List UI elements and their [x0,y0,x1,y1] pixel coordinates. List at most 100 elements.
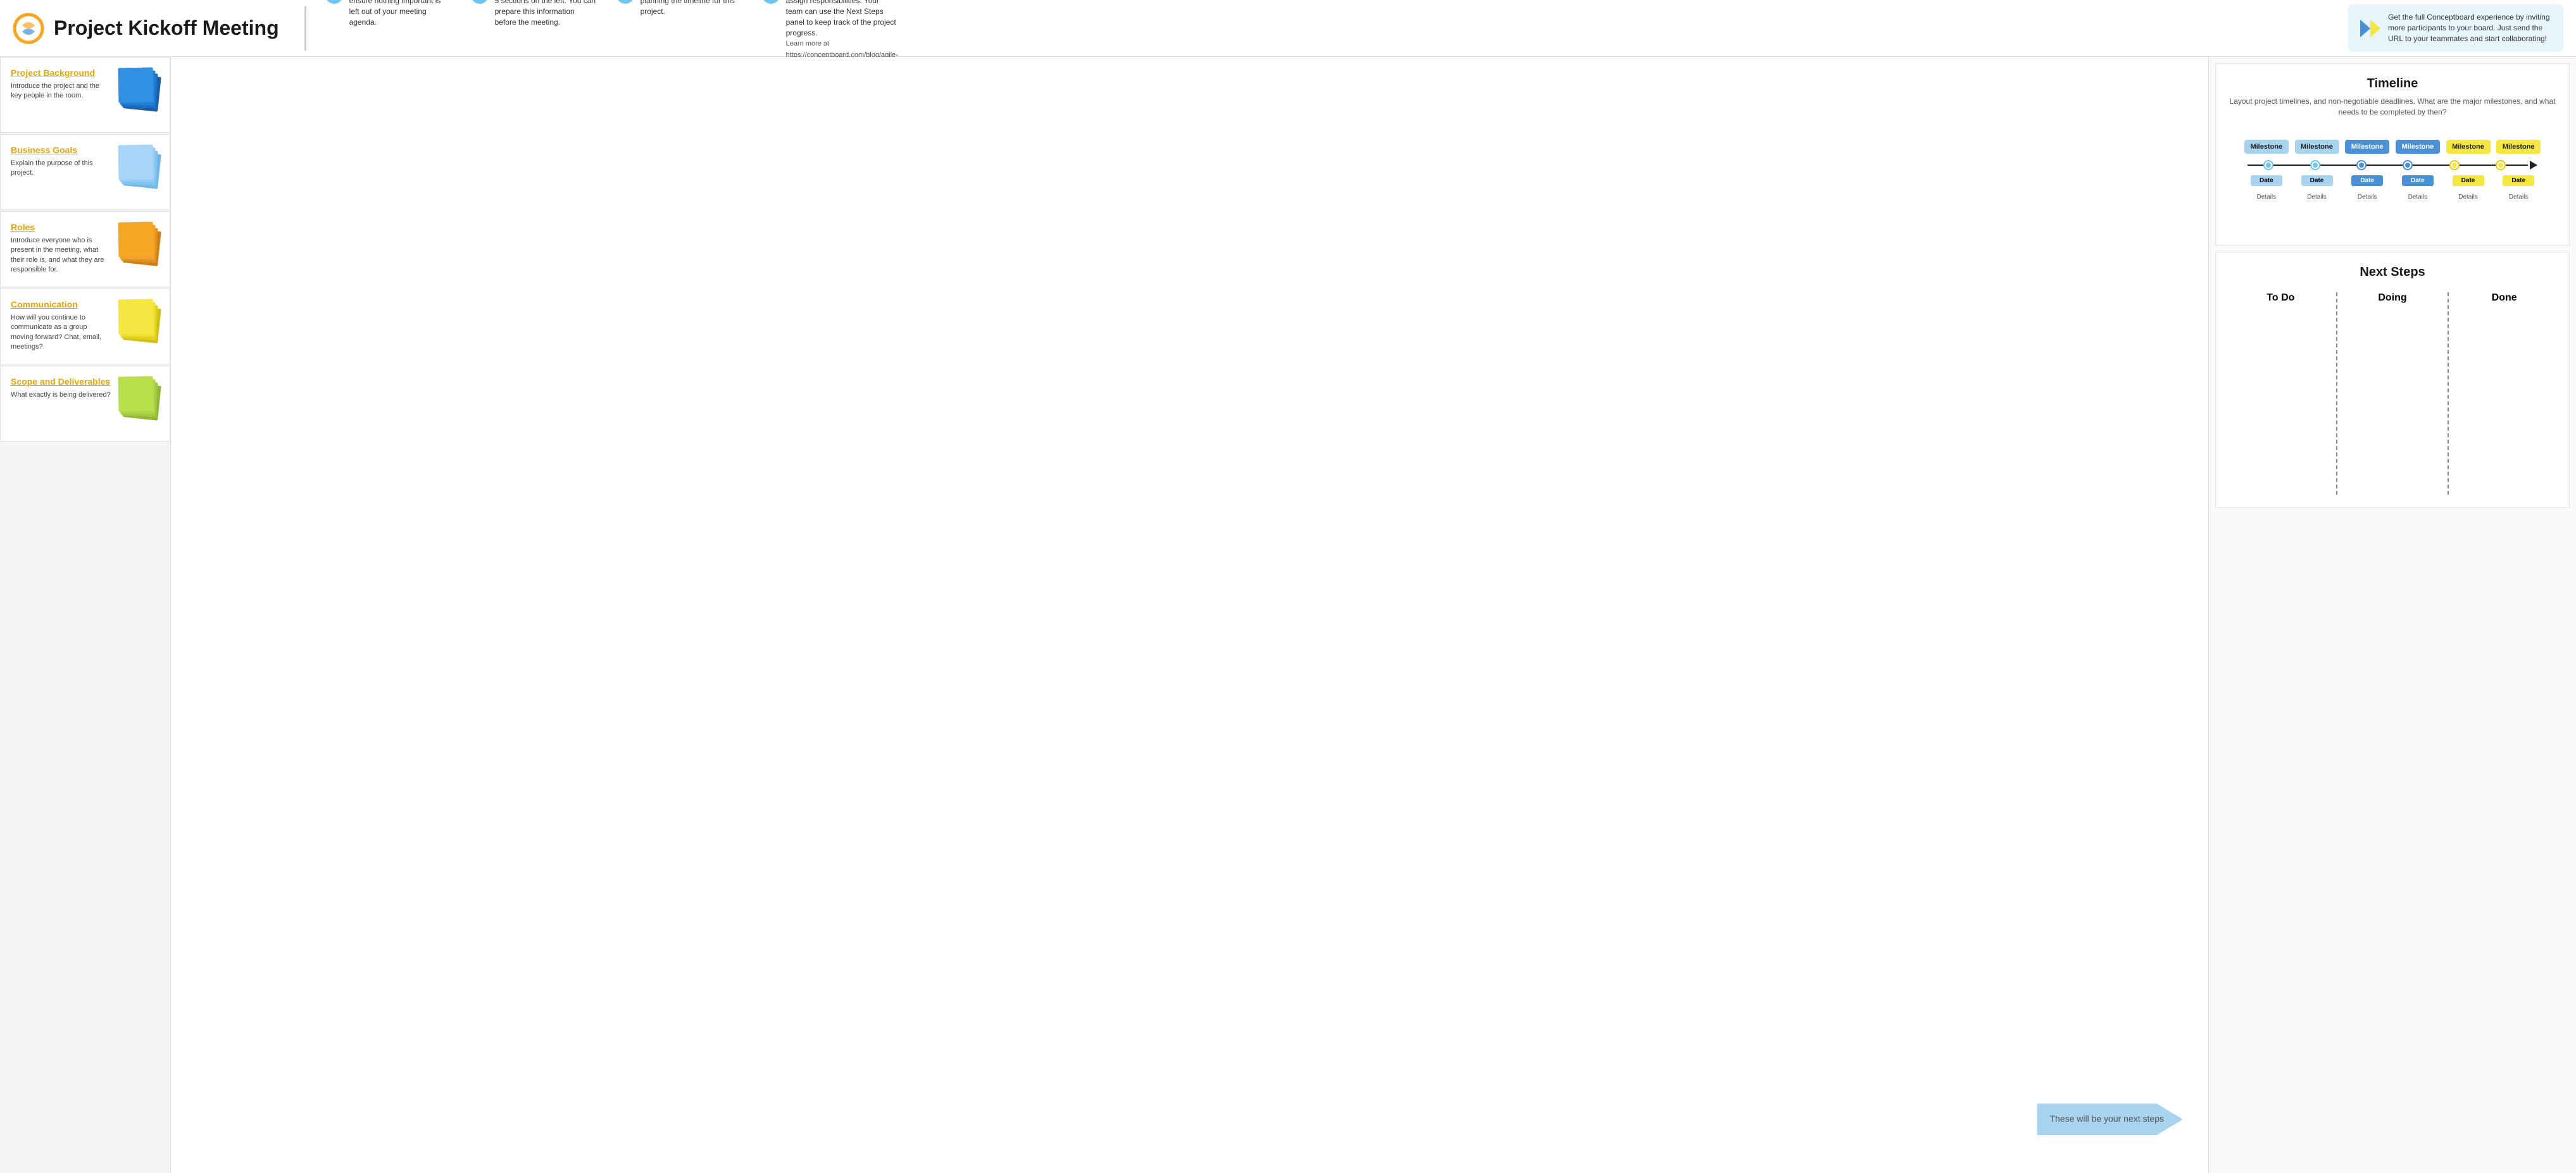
section-desc-scope: What exactly is being delivered? [11,390,111,400]
timeline-dot-3 [2358,161,2365,169]
kanban-doing-title: Doing [2341,292,2445,304]
section-title-scope: Scope and Deliverables [11,376,111,387]
dates-row: Date Date Date Date Date Date [2241,175,2544,186]
promo-box: Get the full Conceptboard experience by … [2348,4,2563,51]
date-col-5: Date [2443,175,2494,186]
milestone-box-6: Milestone [2496,140,2541,154]
promo-icon [2358,17,2380,40]
section-info-scope: Scope and Deliverables What exactly is b… [11,376,111,400]
date-box-5: Date [2453,175,2484,186]
page-title: Project Kickoff Meeting [54,16,279,40]
milestone-col-3: Milestone [2342,140,2392,154]
milestone-box-4: Milestone [2396,140,2440,154]
details-text-6: Details [2509,194,2529,201]
milestone-col-4: Milestone [2392,140,2443,154]
right-panel: Timeline Layout project timelines, and n… [2209,57,2576,1173]
date-box-3: Date [2351,175,2383,186]
date-col-3: Date [2342,175,2392,186]
sticky-stack-scope [118,376,159,424]
section-title-goals: Business Goals [11,145,111,155]
header: Project Kickoff Meeting 1 The goal of th… [0,0,2576,57]
step-2: 2 Start by adding stickies on the 5 sect… [471,0,597,28]
kanban-board: To Do Doing Done [2229,292,2556,495]
section-desc-goals: Explain the purpose of this project. [11,159,111,178]
milestone-box-1: Milestone [2244,140,2289,154]
timeline-dot-1 [2265,161,2272,169]
details-col-4: Details [2392,191,2443,201]
sticky-stack-goals [118,145,159,192]
date-box-1: Date [2251,175,2282,186]
milestone-col-1: Milestone [2241,140,2292,154]
step-1-text: The goal of this template is to ensure n… [349,0,452,28]
section-info-communication: Communication How will you continue to c… [11,299,111,352]
date-col-6: Date [2493,175,2544,186]
kanban-divider-1 [2336,292,2337,495]
step-3-text: Gather your team and start planning the … [641,0,743,17]
sticky-stack-roles [118,222,159,270]
step-3: 3 Gather your team and start planning th… [616,0,743,17]
section-scope-deliverables: Scope and Deliverables What exactly is b… [0,366,170,442]
details-col-6: Details [2493,191,2544,201]
milestone-box-3: Milestone [2345,140,2389,154]
details-col-5: Details [2443,191,2494,201]
milestone-box-5: Milestone [2446,140,2491,154]
details-col-3: Details [2342,191,2392,201]
details-text-2: Details [2307,194,2327,201]
section-info-goals: Business Goals Explain the purpose of th… [11,145,111,178]
section-title-communication: Communication [11,299,111,309]
header-divider [304,6,306,51]
promo-text: Get the full Conceptboard experience by … [2388,12,2554,44]
next-steps-arrow-container: These will be your next steps [2037,1103,2183,1135]
timeline-dot-4 [2404,161,2411,169]
sticky-stack-background [118,68,159,115]
section-project-background: Project Background Introduce the project… [0,57,170,133]
step-2-circle: 2 [471,0,489,4]
middle-panel[interactable]: These will be your next steps [171,57,2209,1173]
kanban-col-todo: To Do [2229,292,2333,495]
section-title-background: Project Background [11,68,111,78]
section-communication: Communication How will you continue to c… [0,289,170,364]
date-box-6: Date [2503,175,2534,186]
section-title-roles: Roles [11,222,111,232]
step-3-circle: 3 [616,0,634,4]
canvas-area: These will be your next steps [171,57,2208,1173]
section-info-roles: Roles Introduce everyone who is present … [11,222,111,275]
timeline-section: Timeline Layout project timelines, and n… [2215,63,2570,245]
milestone-col-2: Milestone [2292,140,2342,154]
next-steps-title: Next Steps [2229,265,2556,280]
milestones-labels-row: Milestone Milestone Milestone Milestone … [2241,140,2544,154]
details-text-3: Details [2358,194,2377,201]
kanban-todo-title: To Do [2229,292,2333,304]
details-row: Details Details Details Details Details [2241,191,2544,201]
main-content: Project Background Introduce the project… [0,57,2576,1173]
next-steps-arrow: These will be your next steps [2037,1103,2183,1135]
details-col-2: Details [2292,191,2342,201]
timeline-line-row [2248,159,2537,171]
milestone-col-5: Milestone [2443,140,2494,154]
section-desc-communication: How will you continue to communicate as … [11,313,111,352]
timeline-subtitle: Layout project timelines, and non-negoti… [2229,96,2556,118]
details-text-5: Details [2458,194,2478,201]
timeline-dot-5 [2451,161,2458,169]
timeline-dot-2 [2311,161,2319,169]
kanban-done-title: Done [2452,292,2556,304]
section-roles: Roles Introduce everyone who is present … [0,211,170,287]
date-box-4: Date [2402,175,2434,186]
next-steps-section: Next Steps To Do Doing Done [2215,252,2570,508]
section-info-background: Project Background Introduce the project… [11,68,111,101]
timeline-dot-6 [2497,161,2504,169]
details-text-1: Details [2257,194,2277,201]
left-panel: Project Background Introduce the project… [0,57,171,1173]
timeline-container: Milestone Milestone Milestone Milestone … [2229,133,2556,232]
date-col-1: Date [2241,175,2292,186]
step-1-circle: 1 [325,0,343,4]
kanban-divider-2 [2448,292,2449,495]
section-desc-roles: Introduce everyone who is present in the… [11,236,111,275]
date-col-4: Date [2392,175,2443,186]
section-business-goals: Business Goals Explain the purpose of th… [0,134,170,210]
details-text-4: Details [2408,194,2428,201]
date-col-2: Date [2292,175,2342,186]
details-col-1: Details [2241,191,2292,201]
milestone-col-6: Milestone [2493,140,2544,154]
date-box-2: Date [2301,175,2333,186]
